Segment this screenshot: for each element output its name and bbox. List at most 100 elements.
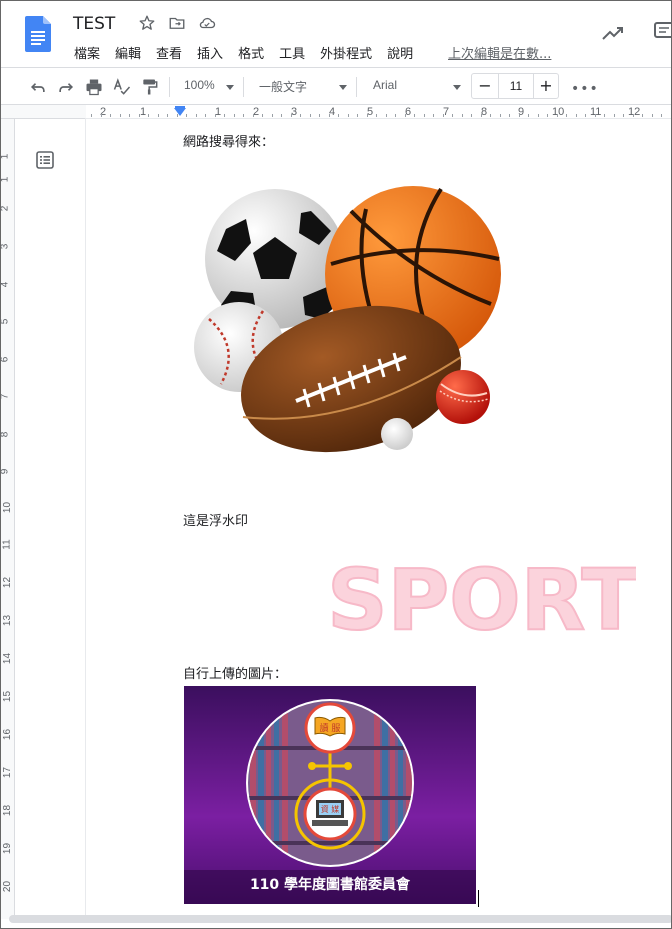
comments-icon[interactable] (653, 21, 672, 41)
toolbar-divider (169, 77, 170, 97)
ruler-tick (642, 114, 643, 117)
last-edit-link[interactable]: 上次編輯是在數... (448, 43, 551, 62)
ruler-tick (633, 114, 634, 117)
ruler-tick (291, 114, 292, 117)
paragraph-watermark[interactable]: 這是浮水印 (183, 510, 248, 529)
paragraph-uploaded-image[interactable]: 自行上傳的圖片： (183, 663, 287, 682)
ruler-tick (101, 114, 102, 117)
ruler-tick (509, 114, 510, 117)
horizontal-ruler[interactable]: 2 1 1 2 3 4 5 6 7 8 9 10 11 12 (1, 105, 671, 119)
text-cursor (478, 890, 479, 907)
ruler-number: 17 (2, 766, 14, 779)
ruler-number: 12 (628, 106, 641, 118)
ruler-tick (196, 114, 197, 117)
paragraph-web-search[interactable]: 網路搜尋得來： (183, 131, 274, 150)
undo-icon[interactable] (28, 77, 48, 97)
ruler-tick (490, 114, 491, 117)
font-size-control: − 11 + (471, 73, 559, 99)
ruler-number: 4 (0, 281, 11, 288)
ruler-tick (395, 114, 396, 117)
move-folder-icon[interactable] (168, 14, 186, 32)
ruler-tick (528, 114, 529, 117)
ruler-number: 1 (0, 153, 11, 160)
ruler-number: 14 (2, 652, 14, 665)
library-bottom-node-label: 資 媒 (321, 804, 340, 814)
ruler-tick (148, 114, 149, 117)
ruler-tick (519, 114, 520, 117)
ruler-tick (110, 114, 111, 117)
left-indent-marker-icon[interactable] (174, 108, 186, 116)
ruler-number: 6 (0, 356, 11, 363)
ruler-tick (224, 114, 225, 117)
more-options-icon[interactable]: ••• (571, 81, 599, 97)
print-icon[interactable] (84, 77, 104, 97)
ruler-number: 8 (0, 431, 11, 438)
ruler-tick (205, 114, 206, 117)
ruler-number: 15 (2, 690, 14, 703)
ruler-tick (652, 114, 653, 117)
library-banner-text: 110 學年度圖書館委員會 (250, 876, 411, 893)
spellcheck-icon[interactable] (112, 77, 132, 97)
font-size-input[interactable]: 11 (498, 74, 534, 98)
toolbar-divider (356, 77, 357, 97)
google-docs-window: TEST 檔案 編輯 查看 插入 格式 工具 外掛程式 說明 上次編輯是在數..… (0, 0, 672, 929)
activity-trend-icon[interactable] (601, 23, 625, 43)
ruler-tick (167, 114, 168, 117)
ruler-tick (310, 114, 311, 117)
ruler-tick (158, 114, 159, 117)
library-committee-image[interactable]: 讀 服 資 媒 110 學年度圖書館委員會 (184, 686, 476, 904)
ruler-tick (253, 114, 254, 117)
document-title[interactable]: TEST (73, 14, 115, 34)
menu-insert[interactable]: 插入 (197, 43, 223, 62)
ruler-tick (424, 114, 425, 117)
sport-watermark-image[interactable]: SPORT (331, 549, 636, 641)
cloud-saved-icon[interactable] (198, 14, 216, 32)
zoom-caret-icon[interactable] (226, 85, 234, 90)
ruler-tick (481, 114, 482, 117)
menu-format[interactable]: 格式 (238, 43, 264, 62)
ruler-tick (500, 114, 501, 117)
decrease-font-size-button[interactable]: − (475, 76, 495, 96)
redo-icon[interactable] (56, 77, 76, 97)
ruler-tick (348, 114, 349, 117)
paint-format-icon[interactable] (140, 77, 160, 97)
docs-logo-icon[interactable] (25, 16, 51, 52)
ruler-number: 12 (2, 576, 14, 589)
ruler-tick (661, 114, 662, 117)
ruler-tick (329, 114, 330, 117)
paragraph-style-select[interactable]: 一般文字 (259, 78, 307, 95)
ruler-tick (386, 114, 387, 117)
ruler-number: 2 (0, 205, 11, 212)
ruler-tick (139, 114, 140, 117)
ruler-number: 1 (140, 106, 147, 118)
menu-file[interactable]: 檔案 (74, 43, 100, 62)
menu-tools[interactable]: 工具 (279, 43, 305, 62)
ruler-tick (319, 114, 320, 117)
ruler-tick (272, 114, 273, 117)
ruler-tick (338, 114, 339, 117)
ruler-number: 1 (0, 176, 11, 183)
ruler-tick (376, 114, 377, 117)
ruler-number: 7 (0, 393, 11, 400)
star-icon[interactable] (138, 14, 156, 32)
watermark-text: SPORT (331, 551, 636, 641)
ruler-number: 18 (2, 804, 14, 817)
font-family-select[interactable]: Arial (373, 78, 397, 92)
ruler-tick (595, 114, 596, 117)
ruler-tick (557, 114, 558, 117)
menu-view[interactable]: 查看 (156, 43, 182, 62)
ruler-tick (471, 114, 472, 117)
document-outline-icon[interactable] (35, 150, 55, 170)
style-caret-icon[interactable] (339, 85, 347, 90)
increase-font-size-button[interactable]: + (536, 76, 556, 96)
sports-balls-image[interactable] (191, 179, 503, 455)
ruler-tick (91, 114, 92, 117)
menu-help[interactable]: 說明 (387, 43, 413, 62)
zoom-select[interactable]: 100% (184, 78, 215, 92)
ruler-tick (604, 114, 605, 117)
menu-edit[interactable]: 編輯 (115, 43, 141, 62)
horizontal-scrollbar[interactable] (9, 915, 671, 923)
font-caret-icon[interactable] (453, 85, 461, 90)
menu-addons[interactable]: 外掛程式 (320, 43, 372, 62)
vertical-ruler[interactable]: 1 1 2 3 4 5 6 7 8 9 10 11 12 13 14 15 16… (1, 119, 15, 919)
